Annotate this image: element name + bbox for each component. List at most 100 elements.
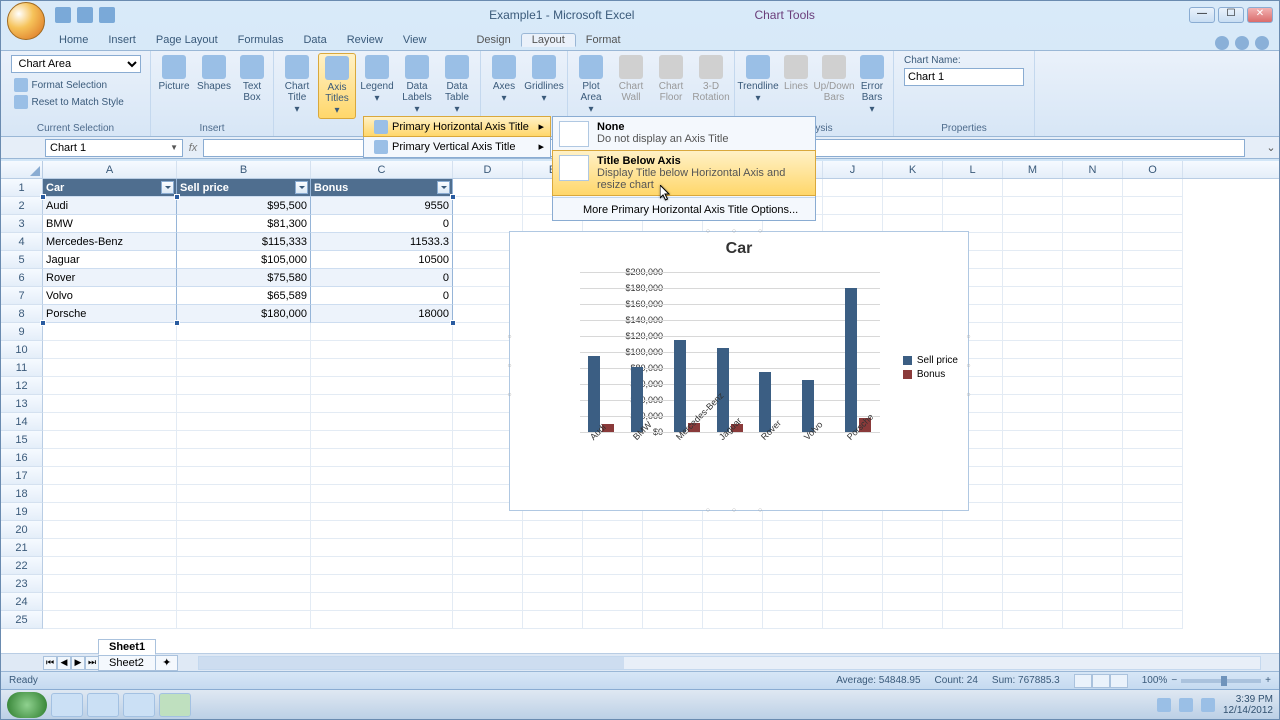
cell[interactable] bbox=[1123, 269, 1183, 287]
cell[interactable] bbox=[1123, 611, 1183, 629]
cell[interactable] bbox=[763, 557, 823, 575]
close-button[interactable]: ✕ bbox=[1247, 7, 1273, 23]
cell[interactable] bbox=[1003, 269, 1063, 287]
cell[interactable] bbox=[883, 539, 943, 557]
cell[interactable] bbox=[453, 197, 523, 215]
column-header[interactable]: D bbox=[453, 161, 523, 178]
view-layout-icon[interactable] bbox=[1092, 674, 1110, 688]
cell[interactable] bbox=[643, 611, 703, 629]
cell[interactable] bbox=[1003, 323, 1063, 341]
cell[interactable] bbox=[43, 593, 177, 611]
cell[interactable] bbox=[823, 521, 883, 539]
new-sheet-button[interactable]: ✦ bbox=[155, 655, 178, 671]
cell[interactable] bbox=[177, 431, 311, 449]
cell[interactable] bbox=[43, 413, 177, 431]
chart-bar[interactable] bbox=[674, 340, 686, 432]
cell[interactable] bbox=[1063, 197, 1123, 215]
tray-volume-icon[interactable] bbox=[1201, 698, 1215, 712]
cell[interactable]: Audi bbox=[43, 197, 177, 215]
cell[interactable] bbox=[1003, 449, 1063, 467]
cell[interactable] bbox=[1063, 575, 1123, 593]
cell[interactable] bbox=[583, 539, 643, 557]
cell[interactable] bbox=[523, 557, 583, 575]
zoom-slider[interactable] bbox=[1181, 679, 1261, 683]
cell[interactable] bbox=[177, 395, 311, 413]
cell[interactable] bbox=[311, 449, 453, 467]
cell[interactable] bbox=[1123, 179, 1183, 197]
ribbon-min-icon[interactable] bbox=[1235, 36, 1249, 50]
cell[interactable] bbox=[583, 521, 643, 539]
row-header[interactable]: 8 bbox=[1, 305, 43, 323]
row-header[interactable]: 9 bbox=[1, 323, 43, 341]
cell[interactable] bbox=[311, 575, 453, 593]
primary-horizontal-axis-title-item[interactable]: Primary Horizontal Axis Title▸ bbox=[363, 116, 551, 137]
cell[interactable]: $81,300 bbox=[177, 215, 311, 233]
reset-style-button[interactable]: Reset to Match Style bbox=[11, 94, 141, 110]
cell[interactable] bbox=[523, 539, 583, 557]
tab-view[interactable]: View bbox=[393, 34, 437, 46]
column-header[interactable]: N bbox=[1063, 161, 1123, 178]
cell[interactable] bbox=[1063, 557, 1123, 575]
cell[interactable] bbox=[523, 593, 583, 611]
cell[interactable] bbox=[643, 557, 703, 575]
row-header[interactable]: 1 bbox=[1, 179, 43, 197]
cell[interactable] bbox=[43, 341, 177, 359]
cell[interactable] bbox=[177, 557, 311, 575]
cell[interactable] bbox=[1063, 341, 1123, 359]
cell[interactable] bbox=[1003, 611, 1063, 629]
cell[interactable] bbox=[43, 467, 177, 485]
tab-page-layout[interactable]: Page Layout bbox=[146, 34, 228, 46]
cell[interactable] bbox=[1063, 233, 1123, 251]
row-header[interactable]: 23 bbox=[1, 575, 43, 593]
cell[interactable]: Mercedes-Benz bbox=[43, 233, 177, 251]
tray-network-icon[interactable] bbox=[1179, 698, 1193, 712]
cell[interactable] bbox=[43, 485, 177, 503]
cell[interactable] bbox=[883, 575, 943, 593]
chart-floor-button[interactable]: Chart Floor bbox=[652, 53, 690, 105]
row-header[interactable]: 19 bbox=[1, 503, 43, 521]
system-clock[interactable]: 3:39 PM12/14/2012 bbox=[1223, 694, 1273, 716]
cell[interactable] bbox=[1003, 539, 1063, 557]
cell[interactable]: Sell price bbox=[177, 179, 311, 197]
rotation-button[interactable]: 3-D Rotation bbox=[692, 53, 730, 105]
row-header[interactable]: 24 bbox=[1, 593, 43, 611]
fx-icon[interactable]: fx bbox=[183, 142, 203, 154]
cell[interactable] bbox=[177, 467, 311, 485]
office-button[interactable] bbox=[7, 2, 45, 40]
row-header[interactable]: 7 bbox=[1, 287, 43, 305]
cell[interactable] bbox=[943, 575, 1003, 593]
filter-dropdown-icon[interactable] bbox=[161, 181, 174, 194]
select-all-button[interactable] bbox=[1, 161, 43, 178]
cell[interactable] bbox=[703, 575, 763, 593]
cell[interactable] bbox=[1123, 431, 1183, 449]
chart-name-input[interactable] bbox=[904, 68, 1024, 86]
cell[interactable] bbox=[883, 557, 943, 575]
cell[interactable] bbox=[943, 197, 1003, 215]
tab-layout[interactable]: Layout bbox=[521, 33, 576, 47]
cell[interactable] bbox=[311, 377, 453, 395]
save-icon[interactable] bbox=[55, 7, 71, 23]
cell[interactable]: $115,333 bbox=[177, 233, 311, 251]
cell[interactable] bbox=[177, 377, 311, 395]
cell[interactable] bbox=[1003, 341, 1063, 359]
cell[interactable] bbox=[763, 521, 823, 539]
cell[interactable] bbox=[1003, 251, 1063, 269]
cell[interactable] bbox=[643, 521, 703, 539]
chart-legend[interactable]: Sell price Bonus bbox=[903, 352, 958, 383]
cell[interactable] bbox=[177, 359, 311, 377]
sheet-nav-last-icon[interactable]: ⏭ bbox=[85, 656, 99, 670]
cell[interactable] bbox=[1123, 521, 1183, 539]
cell[interactable] bbox=[883, 179, 943, 197]
cell[interactable] bbox=[943, 557, 1003, 575]
axis-title-below-option[interactable]: Title Below AxisDisplay Title below Hori… bbox=[552, 150, 816, 196]
cell[interactable]: Volvo bbox=[43, 287, 177, 305]
cell[interactable] bbox=[883, 521, 943, 539]
sheet-nav-prev-icon[interactable]: ◀ bbox=[57, 656, 71, 670]
cell[interactable] bbox=[43, 431, 177, 449]
taskbar-excel-icon[interactable] bbox=[159, 693, 191, 717]
cell[interactable] bbox=[1063, 503, 1123, 521]
cell[interactable] bbox=[453, 611, 523, 629]
textbox-button[interactable]: Text Box bbox=[235, 53, 269, 105]
cell[interactable] bbox=[177, 575, 311, 593]
cell[interactable] bbox=[453, 575, 523, 593]
